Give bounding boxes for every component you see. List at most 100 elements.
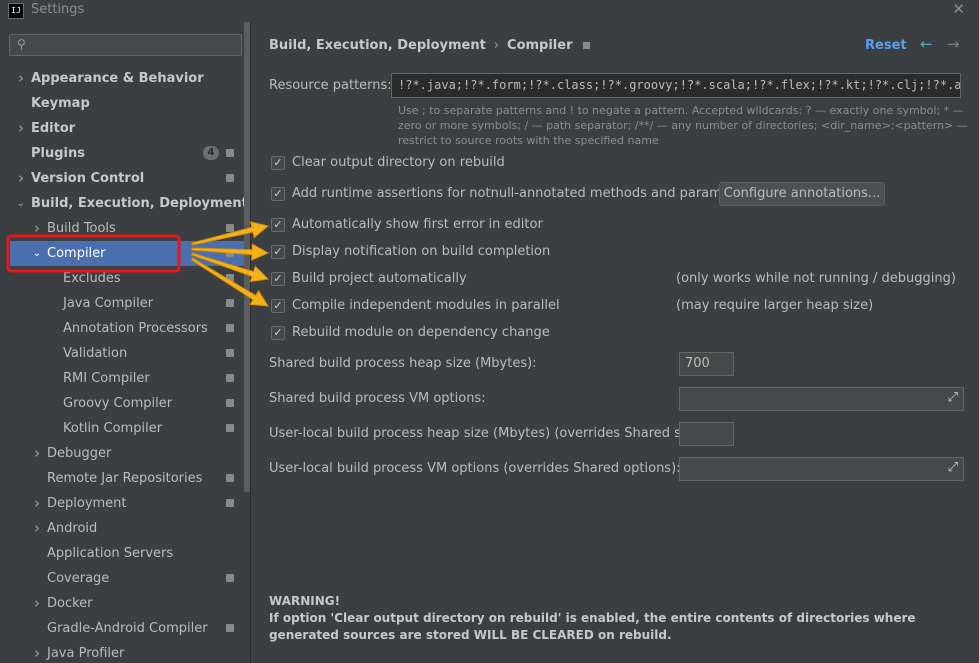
chevron-right-icon[interactable]: ›	[32, 516, 42, 541]
sidebar-item-label: RMI Compiler	[63, 371, 150, 386]
chevron-down-icon[interactable]: ⌄	[32, 241, 42, 266]
sidebar-item-label: Debugger	[47, 446, 112, 461]
reset-link[interactable]: Reset	[865, 38, 907, 53]
sidebar-item-gradle-android-compiler[interactable]: Gradle-Android Compiler	[0, 616, 245, 641]
sidebar-item-validation[interactable]: Validation	[0, 341, 245, 366]
sidebar-item-label: Java Compiler	[63, 296, 154, 311]
project-scope-icon	[226, 324, 234, 332]
sidebar-item-label: Groovy Compiler	[63, 396, 173, 411]
app-logo-icon: IJ	[8, 3, 24, 19]
chevron-right-icon[interactable]: ›	[16, 116, 26, 141]
checkbox-label[interactable]: Clear output directory on rebuild	[292, 153, 505, 173]
chevron-right-icon[interactable]: ›	[32, 591, 42, 616]
expand-icon[interactable]: ⤢	[948, 390, 958, 405]
sidebar-item-application-servers[interactable]: Application Servers	[0, 541, 245, 566]
title-bar: IJ Settings ✕	[0, 0, 979, 22]
checkbox-label[interactable]: Rebuild module on dependency change	[292, 323, 550, 343]
breadcrumb-parent[interactable]: Build, Execution, Deployment	[269, 38, 486, 53]
sidebar-item-excludes[interactable]: Excludes	[0, 266, 245, 291]
close-icon[interactable]: ✕	[952, 0, 965, 18]
project-scope-icon	[226, 474, 234, 482]
project-scope-icon	[226, 624, 234, 632]
vm-options-label: Shared build process VM options:	[269, 391, 486, 406]
sidebar-item-build-tools[interactable]: › Build Tools	[0, 216, 245, 241]
sidebar-item-annotation-processors[interactable]: Annotation Processors	[0, 316, 245, 341]
checkbox[interactable]: ✓	[271, 156, 285, 170]
sidebar-item-label: Excludes	[63, 271, 121, 286]
sidebar-item-kotlin-compiler[interactable]: Kotlin Compiler	[0, 416, 245, 441]
sidebar-item-java-profiler[interactable]: › Java Profiler	[0, 641, 245, 663]
local-heap-size-input[interactable]	[679, 422, 734, 446]
project-scope-icon	[226, 274, 234, 282]
checkbox-label[interactable]: Automatically show first error in editor	[292, 215, 543, 235]
project-scope-icon	[226, 374, 234, 382]
sidebar-item-label: Build, Execution, Deployment	[31, 196, 248, 211]
sidebar-item-build-execution-deployment[interactable]: ⌄ Build, Execution, Deployment	[0, 191, 248, 216]
chevron-right-icon[interactable]: ›	[32, 216, 42, 241]
sidebar-item-label: Version Control	[31, 171, 145, 186]
sidebar-item-label: Editor	[31, 121, 76, 136]
back-arrow-icon[interactable]: ←	[920, 35, 933, 53]
sidebar-item-remote-jar-repositories[interactable]: Remote Jar Repositories	[0, 466, 245, 491]
chevron-right-icon[interactable]: ›	[32, 641, 42, 663]
vm-options-input[interactable]: ⤢	[679, 387, 964, 411]
compiler-settings-panel: Build, Execution, Deployment › Compiler Re…	[251, 22, 979, 663]
sidebar-item-deployment[interactable]: › Deployment	[0, 491, 245, 516]
checkbox[interactable]: ✓	[271, 272, 285, 286]
resource-patterns-hint: Use ; to separate patterns and ! to nega…	[398, 104, 968, 147]
sidebar-item-android[interactable]: › Android	[0, 516, 245, 541]
expand-icon[interactable]: ⤢	[948, 460, 958, 475]
sidebar-item-groovy-compiler[interactable]: Groovy Compiler	[0, 391, 245, 416]
chevron-down-icon[interactable]: ⌄	[16, 191, 26, 216]
option-note: (may require larger heap size)	[676, 298, 874, 313]
forward-arrow-icon[interactable]: →	[947, 35, 960, 53]
checkbox[interactable]: ✓	[271, 187, 285, 201]
breadcrumb-separator: ›	[493, 38, 500, 53]
sidebar-item-compiler[interactable]: ⌄ Compiler	[10, 241, 247, 266]
sidebar-item-keymap[interactable]: Keymap	[0, 91, 245, 116]
checkbox-label[interactable]: Display notification on build completion	[292, 242, 550, 262]
sidebar-item-label: Deployment	[47, 496, 127, 511]
sidebar-item-java-compiler[interactable]: Java Compiler	[0, 291, 245, 316]
search-input[interactable]: ⚲	[9, 34, 242, 56]
option-note: (only works while not running / debuggin…	[676, 271, 956, 286]
checkbox[interactable]: ✓	[271, 245, 285, 259]
chevron-right-icon[interactable]: ›	[32, 491, 42, 516]
chevron-right-icon[interactable]: ›	[16, 66, 26, 91]
sidebar-item-label: Application Servers	[47, 546, 174, 561]
sidebar-item-coverage[interactable]: Coverage	[0, 566, 245, 591]
sidebar-item-debugger[interactable]: › Debugger	[0, 441, 245, 466]
sidebar-item-label: Kotlin Compiler	[63, 421, 163, 436]
checkbox-label[interactable]: Add runtime assertions for notnull-annot…	[292, 184, 755, 204]
sidebar-item-label: Gradle-Android Compiler	[47, 621, 208, 636]
sidebar-item-label: Validation	[63, 346, 128, 361]
checkbox-label[interactable]: Build project automatically	[292, 269, 467, 289]
configure-annotations-button[interactable]: Configure annotations...	[719, 182, 885, 206]
project-scope-icon	[226, 224, 234, 232]
sidebar-item-docker[interactable]: › Docker	[0, 591, 245, 616]
project-scope-icon	[226, 499, 234, 507]
checkbox[interactable]: ✓	[271, 218, 285, 232]
chevron-right-icon[interactable]: ›	[32, 441, 42, 466]
sidebar-item-version-control[interactable]: › Version Control	[0, 166, 245, 191]
project-scope-icon	[226, 299, 234, 307]
heap-size-input[interactable]: 700	[679, 352, 734, 376]
sidebar-item-label: Android	[47, 521, 98, 536]
chevron-right-icon[interactable]: ›	[16, 166, 26, 191]
sidebar-item-editor[interactable]: › Editor	[0, 116, 245, 141]
sidebar-item-rmi-compiler[interactable]: RMI Compiler	[0, 366, 245, 391]
settings-sidebar: ⚲ › Appearance & Behavior Keymap › Editor Plu…	[0, 22, 250, 663]
sidebar-item-label: Compiler	[47, 246, 106, 261]
warning-message: WARNING! If option 'Clear output directo…	[269, 593, 959, 644]
checkbox-label[interactable]: Compile independent modules in parallel	[292, 296, 560, 316]
resource-patterns-input[interactable]: !?*.java;!?*.form;!?*.class;!?*.groovy;!…	[391, 73, 961, 98]
sidebar-item-appearance-behavior[interactable]: › Appearance & Behavior	[0, 66, 245, 91]
project-scope-icon	[226, 574, 234, 582]
settings-tree: › Appearance & Behavior Keymap › Editor Plugi…	[0, 66, 248, 663]
local-vm-options-input[interactable]: ⤢	[679, 457, 964, 481]
checkbox[interactable]: ✓	[271, 326, 285, 340]
sidebar-item-plugins[interactable]: Plugins 4	[0, 141, 245, 166]
breadcrumb: Build, Execution, Deployment › Compiler	[269, 38, 590, 53]
checkbox[interactable]: ✓	[271, 299, 285, 313]
sidebar-item-label: Build Tools	[47, 221, 116, 236]
